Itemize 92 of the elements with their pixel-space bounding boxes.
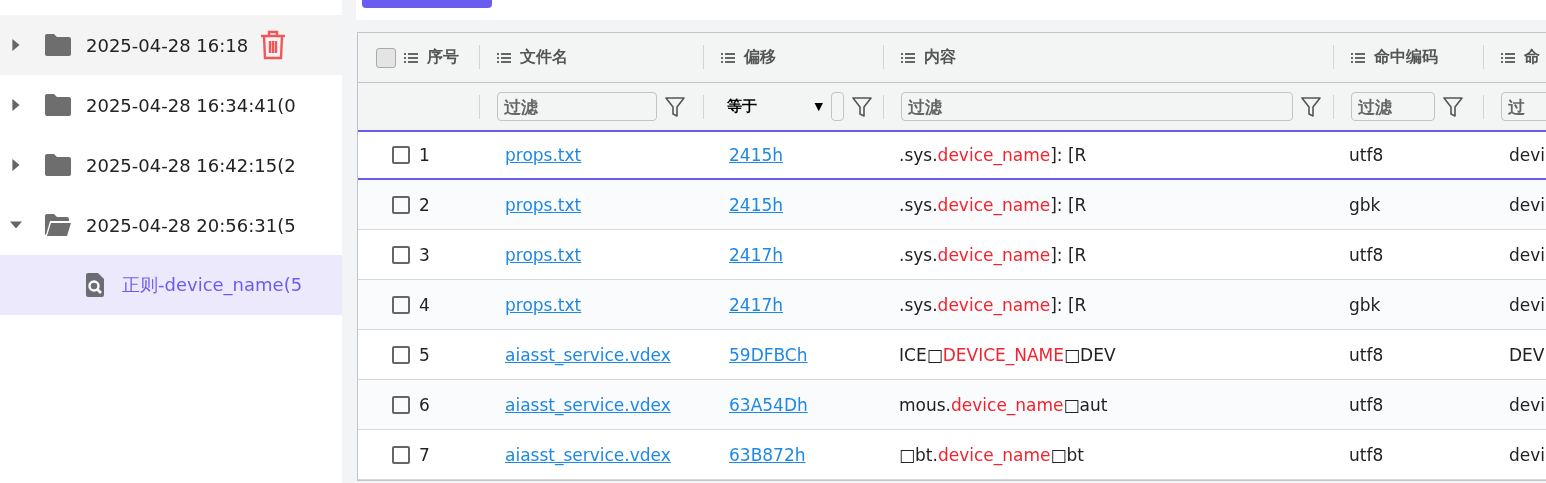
folder-icon	[44, 93, 72, 117]
filter-field[interactable]: 过滤	[901, 92, 1293, 121]
folder-icon	[44, 153, 72, 177]
file-link[interactable]: props.txt	[505, 244, 582, 265]
offset-link[interactable]: 2415h	[729, 145, 784, 165]
select-all-checkbox[interactable]	[376, 47, 396, 68]
table-cell: gbk	[1349, 194, 1381, 215]
row-checkbox[interactable]	[392, 445, 410, 464]
column-header: 命中编码	[1374, 47, 1438, 68]
tree-item-label: 2025-04-28 20:56:31(5	[86, 214, 296, 236]
file-link[interactable]: props.txt	[505, 194, 582, 215]
caret-icon[interactable]	[10, 219, 22, 231]
row-number: 7	[419, 444, 430, 465]
filter-icon[interactable]	[665, 95, 685, 118]
row-checkbox[interactable]	[392, 245, 410, 264]
filter-field[interactable]: 过	[1501, 92, 1546, 121]
tree-item-label: 2025-04-28 16:18	[86, 34, 249, 56]
column-header: 内容	[924, 47, 956, 68]
table-cell: devi	[1509, 294, 1546, 315]
list-icon[interactable]	[497, 51, 511, 64]
table-cell: gbk	[1349, 294, 1381, 315]
offset-link[interactable]: 2417h	[729, 244, 784, 265]
filter-icon[interactable]	[1443, 95, 1463, 118]
row-checkbox[interactable]	[392, 195, 410, 214]
folder-icon	[44, 33, 72, 57]
content-cell: ICE□DEVICE_NAME□DEV	[899, 344, 1116, 365]
offset-link[interactable]: 59DFBCh	[729, 344, 808, 365]
row-number: 3	[419, 244, 430, 265]
file-link[interactable]: aiasst_service.vdex	[505, 444, 671, 465]
table-cell: utf8	[1349, 444, 1384, 465]
operator-dropdown[interactable]: 等于 ▼	[721, 97, 823, 116]
table-cell: utf8	[1349, 344, 1384, 365]
tree-item-label: 2025-04-28 16:42:15(2	[86, 154, 296, 176]
search-file-icon	[84, 272, 106, 298]
table-cell: devi	[1509, 145, 1546, 165]
trash-icon[interactable]	[260, 30, 287, 60]
content-cell: .sys.device_name]: [R	[899, 244, 1087, 265]
filter-field[interactable]: 过滤	[1351, 92, 1435, 121]
tree-item[interactable]: 2025-04-28 20:56:31(5	[0, 195, 342, 255]
list-icon[interactable]	[1351, 51, 1365, 64]
table-cell: DEV	[1509, 344, 1545, 365]
content-cell: □bt.device_name□bt	[899, 444, 1085, 465]
tree-item[interactable]: 正则-device_name(5	[0, 255, 342, 315]
offset-link[interactable]: 2417h	[729, 294, 784, 315]
table-cell: utf8	[1349, 244, 1384, 265]
caret-icon[interactable]	[10, 159, 22, 171]
list-icon[interactable]	[404, 51, 418, 64]
table-cell: devi	[1509, 394, 1546, 415]
offset-link[interactable]: 2415h	[729, 194, 784, 215]
filter-field[interactable]: 过滤	[497, 92, 657, 121]
tree-item-label: 正则-device_name(5	[122, 273, 303, 297]
offset-link[interactable]: 63B872h	[729, 444, 806, 465]
file-link[interactable]: props.txt	[505, 294, 582, 315]
row-checkbox[interactable]	[392, 295, 410, 314]
filter-icon[interactable]	[1301, 95, 1321, 118]
row-number: 1	[419, 145, 430, 165]
row-checkbox[interactable]	[392, 345, 410, 364]
table-cell: utf8	[1349, 145, 1384, 165]
content-cell: mous.device_name□aut	[899, 394, 1108, 415]
column-header: 命	[1524, 47, 1540, 68]
content-cell: .sys.device_name]: [R	[899, 145, 1087, 165]
list-icon[interactable]	[721, 51, 735, 64]
table-cell: devi	[1509, 244, 1546, 265]
file-link[interactable]: aiasst_service.vdex	[505, 344, 671, 365]
column-header: 文件名	[520, 47, 568, 68]
content-cell: .sys.device_name]: [R	[899, 194, 1087, 215]
offset-link[interactable]: 63A54Dh	[729, 394, 808, 415]
row-number: 6	[419, 394, 430, 415]
table-cell: devi	[1509, 444, 1546, 465]
file-link[interactable]: aiasst_service.vdex	[505, 394, 671, 415]
filter-field[interactable]	[831, 92, 844, 121]
content-cell: .sys.device_name]: [R	[899, 294, 1087, 315]
file-link[interactable]: props.txt	[505, 145, 582, 165]
caret-icon[interactable]	[10, 99, 22, 111]
tree-item[interactable]: 2025-04-28 16:18	[0, 15, 342, 75]
tree-item[interactable]: 2025-04-28 16:34:41(0	[0, 75, 342, 135]
row-checkbox[interactable]	[392, 146, 410, 164]
table-cell: utf8	[1349, 394, 1384, 415]
column-header: 序号	[427, 47, 459, 68]
tree-item[interactable]: 2025-04-28 16:42:15(2	[0, 135, 342, 195]
column-header: 偏移	[744, 47, 776, 68]
table-cell: devi	[1509, 194, 1546, 215]
caret-icon[interactable]	[10, 39, 22, 51]
filter-icon[interactable]	[852, 95, 872, 118]
row-checkbox[interactable]	[392, 395, 410, 414]
list-icon[interactable]	[1501, 51, 1515, 64]
row-number: 2	[419, 194, 430, 215]
row-number: 5	[419, 344, 430, 365]
list-icon[interactable]	[901, 51, 915, 64]
open-folder-icon	[44, 213, 72, 237]
tree-item-label: 2025-04-28 16:34:41(0	[86, 94, 296, 116]
row-number: 4	[419, 294, 430, 315]
